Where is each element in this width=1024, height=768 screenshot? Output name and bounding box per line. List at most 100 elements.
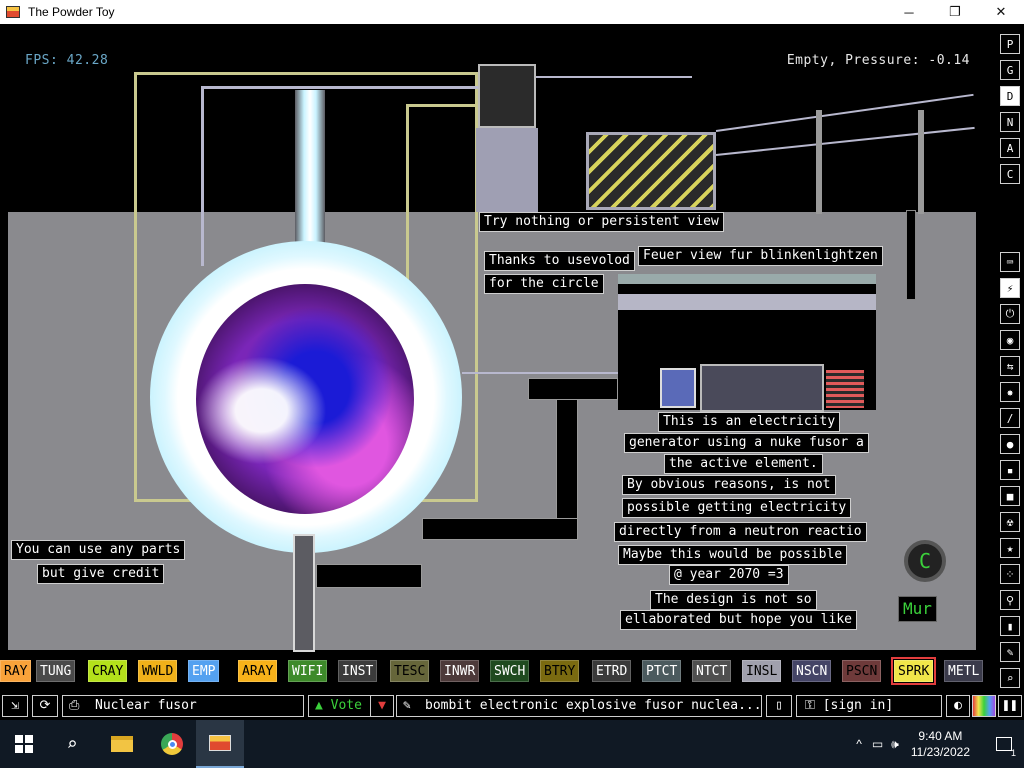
element-btry[interactable]: BTRY	[540, 660, 580, 682]
element-ptct[interactable]: PTCT	[642, 660, 682, 682]
chevron-up-icon[interactable]: ^	[856, 737, 862, 751]
sign[interactable]: The design is not so	[650, 590, 817, 610]
liquid-icon[interactable]: ●	[1000, 434, 1020, 454]
sign[interactable]: Mur	[898, 596, 937, 622]
sign[interactable]: the active element.	[664, 454, 823, 474]
solid-icon[interactable]: ■	[1000, 486, 1020, 506]
search-button[interactable]: ⌕	[48, 720, 96, 768]
radioactive-icon[interactable]: ☢	[1000, 512, 1020, 532]
reload-button[interactable]: ⟳	[32, 695, 58, 717]
maximize-button[interactable]: ❐	[932, 0, 978, 24]
powder-toy-app-icon	[6, 6, 20, 18]
element-metl[interactable]: METL	[944, 660, 984, 682]
pipe-horizontal	[422, 518, 578, 540]
clock-time: 9:40 AM	[918, 729, 963, 743]
sign-in-button[interactable]: ⚿ [sign in]	[796, 695, 942, 717]
decoration-icon[interactable]: ✎	[1000, 642, 1020, 662]
generator-unit	[826, 370, 864, 408]
sign[interactable]: By obvious reasons, is not	[622, 475, 836, 495]
gas-icon[interactable]: ∕	[1000, 408, 1020, 428]
sign[interactable]: ellaborated but hope you like	[620, 610, 857, 630]
sign[interactable]: Feuer view fur blinkenlightzen	[638, 246, 883, 266]
file-explorer-button[interactable]	[98, 720, 146, 768]
generator-chamber	[618, 274, 876, 412]
element-insl[interactable]: INSL	[742, 660, 782, 682]
bottom-toolbar: ⇲ ⟳ ⎙ Nuclear fusor ▲ Vote ▼ ✎ bombit el…	[0, 692, 1024, 720]
volume-icon[interactable]: 🕪	[891, 737, 899, 752]
element-inwr[interactable]: INWR	[440, 660, 480, 682]
sign[interactable]: Try nothing or persistent view	[479, 212, 724, 232]
element-selector: RAY TUNG CRAY WWLD EMP ARAY WIFI INST TE…	[0, 654, 996, 688]
vote-down-button[interactable]: ▼	[370, 695, 394, 717]
render-options-button[interactable]	[972, 695, 996, 717]
open-save-button[interactable]: ⇲	[2, 695, 28, 717]
special-icon[interactable]: ★	[1000, 538, 1020, 558]
settings-button[interactable]: ◐	[946, 695, 970, 717]
new-simulation-button[interactable]: ▯	[766, 695, 792, 717]
element-ray[interactable]: RAY	[0, 660, 32, 682]
powder-icon[interactable]: ▪	[1000, 460, 1020, 480]
power-icon[interactable]: ⏻	[1000, 304, 1020, 324]
newtonian-gravity-button[interactable]: N	[1000, 112, 1020, 132]
ambient-heat-button[interactable]: A	[1000, 138, 1020, 158]
element-aray[interactable]: ARAY	[238, 660, 278, 682]
window-titlebar: The Powder Toy ─ ❐ ✕	[0, 0, 1024, 24]
element-swch[interactable]: SWCH	[490, 660, 530, 682]
element-pscn[interactable]: PSCN	[842, 660, 882, 682]
sensor-icon[interactable]: ◉	[1000, 330, 1020, 350]
life-icon[interactable]: ⁘	[1000, 564, 1020, 584]
converter-base	[476, 128, 538, 212]
tools-icon[interactable]: ⚲	[1000, 590, 1020, 610]
sign[interactable]: You can use any parts	[11, 540, 186, 560]
sign[interactable]: Thanks to usevolod	[484, 251, 635, 271]
sign[interactable]: generator using a nuke fusor a	[624, 433, 869, 453]
close-button[interactable]: ✕	[978, 0, 1024, 24]
powder-toy-taskbar-button[interactable]	[196, 720, 244, 768]
sign[interactable]: This is an electricity	[658, 412, 841, 432]
plug-icon[interactable]: ⚡	[1000, 278, 1020, 298]
keyboard-icon[interactable]: ⌨	[1000, 252, 1020, 272]
windows-taskbar: ⌕ ^ ▭ 🕪 9:40 AM 11/23/2022 1	[0, 720, 1024, 768]
clock[interactable]: 9:40 AM 11/23/2022	[911, 728, 970, 760]
element-ntct[interactable]: NTCT	[692, 660, 732, 682]
search-icon[interactable]: ⌕	[1000, 668, 1020, 688]
pause-view-button[interactable]: P	[1000, 34, 1020, 54]
minimize-button[interactable]: ─	[886, 0, 932, 24]
sign[interactable]: for the circle	[484, 274, 604, 294]
simulation-canvas[interactable]: FPS: 42.28 Empty, Pressure: -0.14 Try no…	[0, 24, 996, 654]
element-nscn[interactable]: NSCN	[792, 660, 832, 682]
sign[interactable]: possible getting electricity	[622, 498, 852, 518]
save-icon: ⎙	[69, 698, 80, 713]
pipe-lower	[316, 564, 422, 588]
grid-button[interactable]: G	[1000, 60, 1020, 80]
pipe-top	[528, 378, 618, 400]
element-wwld[interactable]: WWLD	[138, 660, 178, 682]
pause-button[interactable]: ❚❚	[998, 695, 1022, 717]
notification-button[interactable]: 1	[984, 720, 1024, 768]
fusor-bottom-tube	[293, 534, 315, 652]
display-mode-button[interactable]: D	[1000, 86, 1020, 106]
force-icon[interactable]: ⇆	[1000, 356, 1020, 376]
element-emp[interactable]: EMP	[188, 660, 220, 682]
sign[interactable]: directly from a neutron reactio	[614, 522, 867, 542]
sign[interactable]: @ year 2070 =3	[669, 565, 789, 585]
save-description-field[interactable]: ✎ bombit electronic explosive fusor nucl…	[396, 695, 762, 717]
explosive-icon[interactable]: ✸	[1000, 382, 1020, 402]
element-cray[interactable]: CRAY	[88, 660, 128, 682]
start-button[interactable]	[0, 720, 48, 768]
sign[interactable]: but give credit	[37, 564, 165, 584]
element-tung[interactable]: TUNG	[36, 660, 76, 682]
element-wifi[interactable]: WIFI	[288, 660, 328, 682]
powder-toy-icon	[209, 735, 231, 751]
generator-unit	[700, 364, 824, 412]
sign[interactable]: Maybe this would be possible	[618, 545, 848, 565]
chrome-button[interactable]	[148, 720, 196, 768]
element-tesc[interactable]: TESC	[390, 660, 430, 682]
console-button[interactable]: C	[1000, 164, 1020, 184]
element-inst[interactable]: INST	[338, 660, 378, 682]
save-name-field[interactable]: ⎙ Nuclear fusor	[62, 695, 304, 717]
element-etrd[interactable]: ETRD	[592, 660, 632, 682]
element-sprk[interactable]: SPRK	[890, 657, 937, 685]
favorite-icon[interactable]: ▮	[1000, 616, 1020, 636]
network-icon[interactable]: ▭	[872, 737, 883, 751]
